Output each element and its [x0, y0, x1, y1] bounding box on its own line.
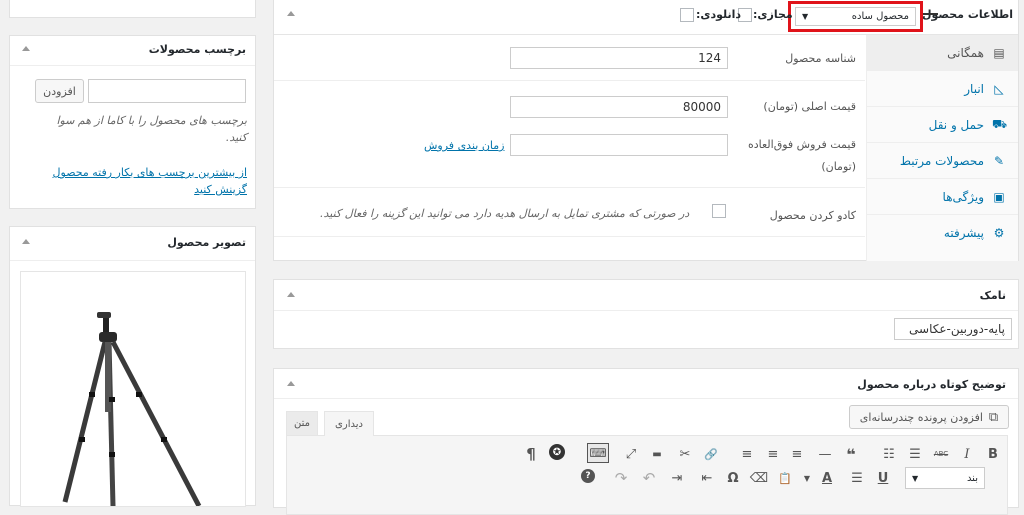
product-image-frame[interactable] — [20, 271, 246, 508]
product-type-dropdown[interactable]: ▼ محصول ساده — [795, 7, 916, 26]
attributes-icon: ▣ — [993, 189, 1005, 204]
slug-input[interactable]: پایه-دوربین-عکاسی — [894, 318, 1012, 340]
text-color-dropdown-icon[interactable]: ▼ — [801, 468, 813, 488]
collapse-toggle-icon[interactable] — [22, 239, 30, 244]
indent-icon[interactable]: ⇥ — [667, 468, 687, 488]
tab-attributes[interactable]: ویژگی‌ها ▣ — [866, 179, 1018, 215]
tab-visual[interactable]: دیداری — [324, 411, 374, 436]
linked-products-icon: ✎ — [993, 153, 1005, 168]
inventory-icon: ◺ — [994, 81, 1004, 96]
wpforms-icon[interactable]: ✪ — [549, 444, 565, 460]
tags-input[interactable] — [88, 79, 246, 103]
gift-wrap-label: کادو کردن محصول — [769, 209, 856, 222]
numbered-list-icon[interactable]: ☷ — [879, 444, 899, 464]
tab-shipping[interactable]: حمل و نقل ⛟ — [866, 107, 1018, 143]
add-tag-button[interactable]: افزودن — [35, 79, 84, 103]
short-description-panel: توضیح کوتاه درباره محصول افزودن پرونده چ… — [273, 368, 1019, 515]
justify-icon[interactable]: ☰ — [847, 468, 867, 488]
link-icon[interactable]: 🔗 — [701, 444, 721, 464]
slug-title: نامک — [979, 289, 1006, 302]
collapse-toggle-icon[interactable] — [287, 11, 295, 16]
product-data-tabs: همگانی ▤ انبار ◺ حمل و نقل ⛟ محصولات مرتبط ✎… — [866, 35, 1018, 261]
bold-icon[interactable]: B — [983, 444, 1003, 464]
product-image-panel: تصویر محصول — [9, 226, 256, 508]
editor-toolbar: B I ABC ☰ ☷ ❝ — ≡ ≡ ≡ 🔗 ✂ ▬ ⤢ ⌨ ✪ ¶ ▼ بن… — [286, 435, 1008, 515]
paragraph-icon[interactable]: ¶ — [521, 444, 541, 464]
product-tags-panel: برچسب محصولات افزودن برچسب های محصول را … — [9, 35, 256, 209]
general-icon: ▤ — [993, 45, 1005, 60]
media-icon: ⧉ — [988, 409, 999, 425]
sku-input[interactable]: 124 — [510, 47, 728, 69]
schedule-sale-link[interactable]: زمان بندی فروش — [424, 139, 504, 152]
unlink-icon[interactable]: ✂ — [675, 444, 695, 464]
special-char-icon[interactable]: Ω — [723, 468, 743, 488]
read-more-icon[interactable]: ▬ — [647, 444, 667, 464]
gift-wrap-checkbox[interactable] — [712, 204, 726, 218]
downloadable-checkbox[interactable] — [680, 8, 694, 22]
chevron-down-icon: ▼ — [802, 12, 809, 21]
align-right-icon[interactable]: ≡ — [737, 444, 757, 464]
help-icon[interactable]: ? — [581, 469, 595, 483]
italic-icon[interactable]: I — [957, 444, 977, 464]
blockquote-icon[interactable]: ❝ — [841, 444, 861, 464]
format-select[interactable]: ▼ بند — [905, 467, 985, 489]
tab-general[interactable]: همگانی ▤ — [866, 35, 1018, 71]
gift-wrap-description: در صورتی که مشتری تمایل به ارسال هدیه دا… — [320, 207, 690, 220]
clear-format-icon[interactable]: ⌫ — [749, 468, 769, 488]
align-center-icon[interactable]: ≡ — [763, 444, 783, 464]
product-type-select[interactable]: ▼ محصول ساده — [788, 1, 923, 32]
horizontal-line-icon[interactable]: — — [815, 444, 835, 464]
outdent-icon[interactable]: ⇤ — [697, 468, 717, 488]
shipping-icon: ⛟ — [992, 116, 1008, 131]
fullscreen-icon[interactable]: ⤢ — [621, 444, 641, 464]
tab-linked-products[interactable]: محصولات مرتبط ✎ — [866, 143, 1018, 179]
bullet-list-icon[interactable]: ☰ — [905, 444, 925, 464]
product-image-title: تصویر محصول — [167, 236, 246, 249]
toolbar-toggle-icon[interactable]: ⌨ — [587, 443, 609, 463]
align-left-icon[interactable]: ≡ — [787, 444, 807, 464]
regular-price-label: قیمت اصلی (تومان) — [763, 100, 856, 113]
regular-price-input[interactable]: 80000 — [510, 96, 728, 118]
add-media-button[interactable]: افزودن پرونده چندرسانه‌ای ⧉ — [849, 405, 1009, 429]
product-data-panel: اطلاعات محصول ▼ محصول ساده مجازی: دانلود… — [273, 0, 1019, 261]
undo-icon[interactable]: ↶ — [639, 468, 659, 488]
tripod-image — [62, 312, 202, 508]
collapse-toggle-icon[interactable] — [22, 46, 30, 51]
text-color-icon[interactable]: A — [817, 468, 837, 488]
sale-price-label: قیمت فروش فوق‌العاده — [747, 138, 856, 151]
short-description-title: توضیح کوتاه درباره محصول — [857, 378, 1006, 391]
tab-advanced[interactable]: پیشرفته ⚙ — [866, 215, 1018, 251]
most-used-tags-link[interactable]: از بیشترین برچسب های بکار رفته محصول گزی… — [35, 164, 247, 198]
redo-icon[interactable]: ↷ — [611, 468, 631, 488]
title-line — [922, 13, 938, 15]
slug-panel: نامک پایه-دوربین-عکاسی — [273, 279, 1019, 349]
virtual-label: مجازی: — [753, 8, 793, 21]
product-tags-title: برچسب محصولات — [148, 43, 246, 56]
sidebar-top-panel — [9, 0, 256, 18]
tab-text[interactable]: متن — [286, 411, 318, 435]
downloadable-label: دانلودی: — [696, 8, 742, 21]
collapse-toggle-icon[interactable] — [287, 292, 295, 297]
strikethrough-icon[interactable]: ABC — [931, 444, 951, 464]
tab-inventory[interactable]: انبار ◺ — [866, 71, 1018, 107]
sku-label: شناسه محصول — [785, 52, 856, 65]
tags-help-text: برچسب های محصول را با کاما از هم سوا کنی… — [56, 114, 247, 144]
chevron-down-icon: ▼ — [912, 473, 919, 483]
sale-price-unit: (تومان) — [821, 160, 856, 173]
collapse-toggle-icon[interactable] — [287, 381, 295, 386]
sale-price-input[interactable] — [510, 134, 728, 156]
paste-text-icon[interactable]: 📋 — [775, 468, 795, 488]
advanced-icon: ⚙ — [993, 226, 1005, 240]
underline-icon[interactable]: U — [873, 468, 893, 488]
